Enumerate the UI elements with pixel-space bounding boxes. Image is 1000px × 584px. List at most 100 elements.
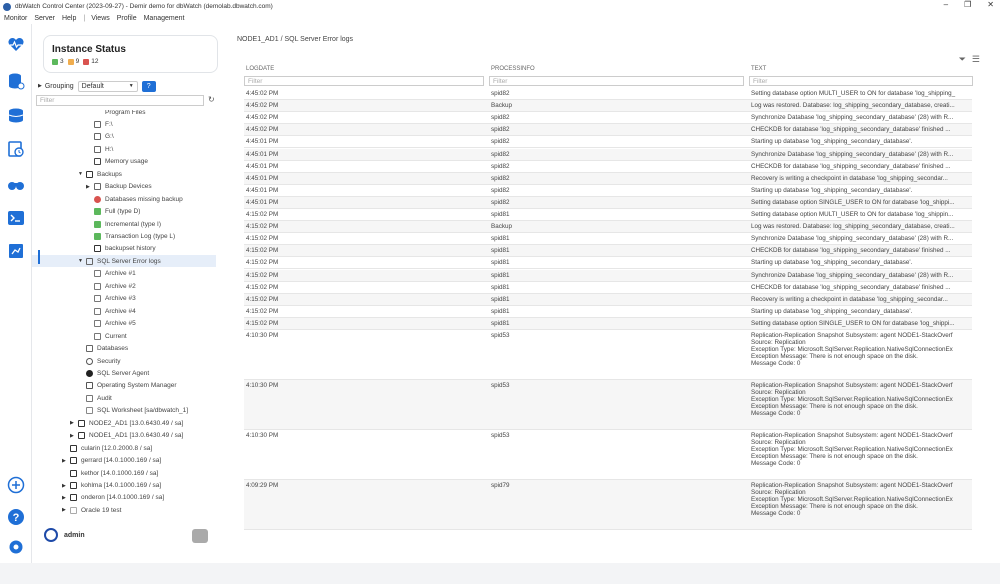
table-row[interactable]: 4:15:02 PM spid81 Synchronize Database 'lo… <box>244 233 972 246</box>
binoculars-icon[interactable] <box>7 175 25 193</box>
tree-item[interactable]: kethor [14.0.1000.169 / sa] <box>62 467 158 479</box>
tree-item[interactable]: cularin [12.0.2000.8 / sa] <box>62 442 152 454</box>
table-row[interactable]: 4:45:01 PM spid82 Starting up database 'lo… <box>244 136 972 149</box>
table-row[interactable]: 4:45:02 PM Backup Log was restored. Databa… <box>244 100 972 113</box>
menu-management[interactable]: Management <box>144 15 185 22</box>
tree-item[interactable]: Memory usage <box>86 156 148 168</box>
tree-item[interactable]: Program Files <box>86 110 145 118</box>
tree-item[interactable]: ▶ Backup Devices <box>86 181 152 193</box>
expand-right-icon[interactable]: ▶ <box>62 507 68 513</box>
table-row[interactable]: 4:15:02 PM Backup Log was restored. Databa… <box>244 221 972 234</box>
table-row[interactable]: 4:10:30 PM spid53 Replication-Replication … <box>244 330 972 380</box>
minimize-button[interactable]: – <box>944 0 948 9</box>
tree-item[interactable]: ▶ Oracle 19 test <box>62 504 121 516</box>
expand-right-icon[interactable]: ▶ <box>86 184 92 190</box>
tree-item[interactable]: Databases missing backup <box>86 193 183 205</box>
expand-right-icon[interactable]: ▶ <box>62 495 68 501</box>
column-header-processinfo[interactable]: PROCESSINFO <box>491 66 535 75</box>
table-row[interactable]: 4:15:02 PM spid81 CHECKDB for database 'lo… <box>244 282 972 294</box>
column-header-text[interactable]: TEXT <box>751 66 766 75</box>
tree-item[interactable]: Archive #5 <box>86 318 136 330</box>
tree-filter-input[interactable]: Filter <box>36 95 204 106</box>
table-row[interactable]: 4:15:02 PM spid81 Setting database option … <box>244 209 972 222</box>
tree-item[interactable]: Current <box>86 330 127 342</box>
tree-item[interactable]: Archive #4 <box>86 305 136 317</box>
table-row[interactable]: 4:45:01 PM spid82 Setting database option … <box>244 196 972 209</box>
expand-down-icon[interactable]: ▼ <box>78 171 84 177</box>
table-row[interactable]: 4:10:30 PM spid53 Replication-Replication … <box>244 380 972 430</box>
table-row[interactable]: 4:45:02 PM spid82 Synchronize Database 'lo… <box>244 112 972 125</box>
tree-item[interactable]: Incremental (type I) <box>86 218 161 230</box>
table-row[interactable]: 4:45:01 PM spid82 Recovery is writing a ch… <box>244 172 972 185</box>
table-row[interactable]: 4:15:02 PM spid81 Setting database option … <box>244 317 972 330</box>
table-row[interactable]: 4:15:02 PM spid81 Starting up database 'lo… <box>244 306 972 318</box>
maximize-button[interactable]: ❐ <box>964 0 971 9</box>
table-row[interactable]: 4:15:02 PM spid81 Recovery is writing a ch… <box>244 293 972 306</box>
column-filter-input[interactable]: Filter <box>749 76 973 86</box>
grouping-select[interactable]: Default ▼ <box>77 80 138 92</box>
tree-item[interactable]: SQL Worksheet [sa/dbwatch_1] <box>78 405 188 417</box>
report-icon[interactable] <box>7 242 25 260</box>
tree-item[interactable]: ▼ SQL Server Error logs <box>32 255 216 268</box>
settings-gear-icon[interactable] <box>7 538 25 556</box>
close-button[interactable]: ✕ <box>987 0 994 9</box>
refresh-icon[interactable]: ↻ <box>208 95 215 104</box>
tree-item[interactable]: H:\ <box>86 143 113 155</box>
menu-monitor[interactable]: Monitor <box>4 15 27 22</box>
expand-right-icon[interactable]: ▶ <box>62 458 68 464</box>
instance-status-card[interactable]: Instance Status 3 9 12 <box>43 35 218 73</box>
expand-down-icon[interactable]: ▼ <box>78 258 84 264</box>
grouping-help-button[interactable]: ? <box>141 80 156 92</box>
table-row[interactable]: 4:45:02 PM spid82 CHECKDB for database 'lo… <box>244 124 972 137</box>
column-filter-input[interactable]: Filter <box>244 76 484 86</box>
tree-item[interactable]: Databases <box>78 343 128 355</box>
monitor-heart-icon[interactable] <box>7 36 25 54</box>
tree-item[interactable]: Archive #3 <box>86 293 136 305</box>
tree-item[interactable]: Transaction Log (type L) <box>86 231 175 243</box>
expand-right-icon[interactable]: ▶ <box>70 433 76 439</box>
clock-document-icon[interactable] <box>7 140 25 158</box>
table-row[interactable]: 4:45:01 PM spid82 CHECKDB for database 'lo… <box>244 161 972 173</box>
table-row[interactable]: 4:45:01 PM spid82 Synchronize Database 'lo… <box>244 148 972 161</box>
help-icon[interactable]: ? <box>7 508 25 526</box>
tree-item[interactable]: G:\ <box>86 131 114 143</box>
database-settings-icon[interactable] <box>7 72 25 90</box>
expand-right-icon[interactable]: ▶ <box>70 420 76 426</box>
tree-item[interactable]: backupset history <box>86 243 156 255</box>
tree-item[interactable]: ▼ Backups <box>78 168 122 180</box>
menu-help[interactable]: Help <box>62 15 76 22</box>
table-row[interactable]: 4:45:01 PM spid82 Starting up database 'lo… <box>244 185 972 197</box>
user-section[interactable]: admin <box>44 528 85 542</box>
table-row[interactable]: 4:15:02 PM spid81 Synchronize Database 'lo… <box>244 269 972 282</box>
tree-item[interactable]: Security <box>78 355 120 367</box>
column-filter-input[interactable]: Filter <box>489 76 744 86</box>
grouping-arrow-icon[interactable]: ▶ <box>38 83 42 89</box>
menu-views[interactable]: Views <box>91 15 110 22</box>
terminal-icon[interactable] <box>7 209 25 227</box>
tree-item[interactable]: Operating System Manager <box>78 380 176 392</box>
tree-item[interactable]: ▶ onderon [14.0.1000.169 / sa] <box>62 492 164 504</box>
menu-profile[interactable]: Profile <box>117 15 137 22</box>
menu-server[interactable]: Server <box>34 15 55 22</box>
table-row[interactable]: 4:09:29 PM spid79 Replication-Replication … <box>244 480 972 530</box>
tree-item[interactable]: ▶ NODE1_AD1 [13.0.6430.49 / sa] <box>70 430 183 442</box>
filter-icon[interactable]: ⏷ <box>959 54 966 65</box>
tree-item[interactable]: Archive #2 <box>86 280 136 292</box>
tree-item[interactable]: F:\ <box>86 118 113 130</box>
tree-item[interactable]: Archive #1 <box>86 268 136 280</box>
table-row[interactable]: 4:15:02 PM spid81 Starting up database 'lo… <box>244 257 972 270</box>
table-row[interactable]: 4:10:30 PM spid53 Replication-Replication … <box>244 430 972 480</box>
tree-item[interactable]: ▶ NODE2_AD1 [13.0.6430.49 / sa] <box>70 417 183 429</box>
expand-right-icon[interactable]: ▶ <box>62 483 68 489</box>
column-header-logdate[interactable]: LOGDATE <box>246 66 274 75</box>
add-icon[interactable] <box>7 476 25 494</box>
database-cluster-icon[interactable] <box>7 107 25 125</box>
chat-icon[interactable] <box>192 529 208 543</box>
tree-item[interactable]: SQL Server Agent <box>78 367 149 379</box>
tree-item[interactable]: Full (type D) <box>86 206 140 218</box>
tree-item[interactable]: ▶ gerrard [14.0.1000.169 / sa] <box>62 455 161 467</box>
table-row[interactable]: 4:15:02 PM spid81 CHECKDB for database 'lo… <box>244 245 972 258</box>
hamburger-icon[interactable]: ☰ <box>972 54 980 65</box>
tree-item[interactable]: Audit <box>78 392 112 404</box>
table-row[interactable]: 4:45:02 PM spid82 Setting database option … <box>244 88 972 101</box>
